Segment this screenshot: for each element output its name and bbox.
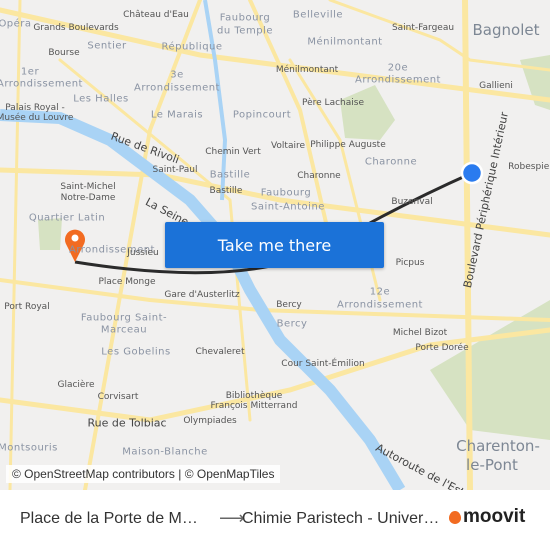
map-label: Bastille: [209, 186, 243, 196]
map-label: Saint-Paul: [152, 165, 198, 175]
map-label: Jussieu: [127, 248, 159, 258]
map-label: Montsouris: [0, 442, 58, 454]
map-label: Buzenval: [391, 197, 433, 207]
map-label: du Temple: [217, 25, 273, 37]
map-label: Grands Boulevards: [33, 23, 119, 33]
origin-marker: [460, 161, 484, 185]
map-label: Port Royal: [4, 302, 50, 312]
map-label: Opéra: [0, 18, 32, 30]
map-label: Marceau: [100, 324, 148, 336]
map-label: Rue de Tolbiac: [87, 416, 167, 430]
map-label: 1er: [20, 66, 40, 78]
map-label: Voltaire: [270, 141, 306, 151]
map-label: Les Gobelins: [101, 346, 171, 358]
map-label: Faubourg Saint-: [80, 312, 168, 324]
map-label: Bagnolet: [472, 21, 540, 39]
map-label: Cour Saint-Émilion: [281, 359, 365, 369]
map-label: Arrondissement: [0, 78, 83, 90]
map-label: Belleville: [292, 9, 344, 21]
map-label: Olympiades: [183, 416, 237, 426]
map-label: Gare d'Austerlitz: [164, 290, 240, 300]
map-label: Ménilmontant: [307, 36, 383, 48]
map-label: 12e: [369, 286, 391, 298]
map-label: Père Lachaise: [302, 98, 364, 108]
map-label: Faubourg: [260, 187, 312, 199]
map-label: Gallieni: [479, 81, 513, 91]
brand-name: moovit: [463, 506, 526, 527]
map-label: Musée du Louvre: [0, 113, 74, 123]
map-label: Bercy: [276, 300, 302, 310]
map-label: François Mitterrand: [210, 401, 298, 411]
map-label: Charonne: [364, 156, 418, 168]
map-label: Bibliothèque: [225, 391, 283, 401]
map-label: Popincourt: [232, 109, 292, 121]
map-label: Ménilmontant: [275, 65, 339, 75]
moovit-logo[interactable]: moovit: [449, 506, 525, 528]
route-footer: Place de la Porte de M… ⟶ Chimie Pariste…: [0, 490, 550, 550]
destination-name: Chimie Paristech - Univer…: [242, 510, 440, 527]
map-label: Arrondissement: [355, 74, 441, 86]
map-label: Sentier: [87, 40, 127, 52]
map-label: Picpus: [395, 258, 425, 268]
map-label: Chemin Vert: [205, 147, 261, 157]
map-label: 3e: [170, 69, 184, 81]
map-label: Saint-Fargeau: [391, 23, 455, 33]
map-label: Porte Dorée: [415, 343, 469, 353]
map-label: 20e: [387, 62, 409, 74]
map-label: Michel Bizot: [392, 328, 448, 338]
map-label: République: [161, 41, 223, 53]
moovit-pin-icon: [449, 510, 461, 524]
map-label: Saint-Antoine: [251, 201, 325, 213]
map-label: Château d'Eau: [123, 10, 189, 20]
map-label: Le Marais: [150, 109, 204, 121]
map-label: Notre-Dame: [60, 193, 116, 203]
map-label: Saint-Michel: [60, 182, 116, 192]
map-label: Robespierre: [508, 162, 550, 172]
map-label: Arrondissement: [337, 299, 423, 311]
map[interactable]: Château d'Eau Faubourg du Temple Belleville…: [0, 0, 550, 490]
map-label: Bastille: [209, 169, 251, 181]
map-label: Palais Royal -: [5, 103, 65, 113]
map-label: Bourse: [48, 48, 80, 58]
arrow-right-icon: ⟶: [219, 508, 245, 528]
map-label: Bercy: [276, 318, 308, 330]
map-label: Chevaleret: [195, 347, 245, 357]
map-label: Les Halles: [73, 93, 129, 105]
take-me-there-button[interactable]: Take me there: [165, 222, 384, 268]
map-label: Maison-Blanche: [122, 446, 208, 458]
map-label: Place Monge: [98, 277, 156, 287]
map-label: Arrondissement: [134, 82, 220, 94]
map-label: Glacière: [57, 380, 95, 390]
map-attribution[interactable]: © OpenStreetMap contributors | © OpenMap…: [6, 465, 281, 483]
map-label: Corvisart: [97, 392, 139, 402]
origin-name: Place de la Porte de M…: [20, 510, 198, 527]
map-label: le-Pont: [466, 456, 518, 474]
map-label: Charonne: [297, 171, 341, 181]
map-label: Charenton-: [456, 437, 540, 455]
map-label: Faubourg: [219, 12, 271, 24]
park-pere-lachaise: [340, 85, 395, 140]
map-label: Philippe Auguste: [310, 140, 386, 150]
map-label: Quartier Latin: [28, 212, 106, 224]
